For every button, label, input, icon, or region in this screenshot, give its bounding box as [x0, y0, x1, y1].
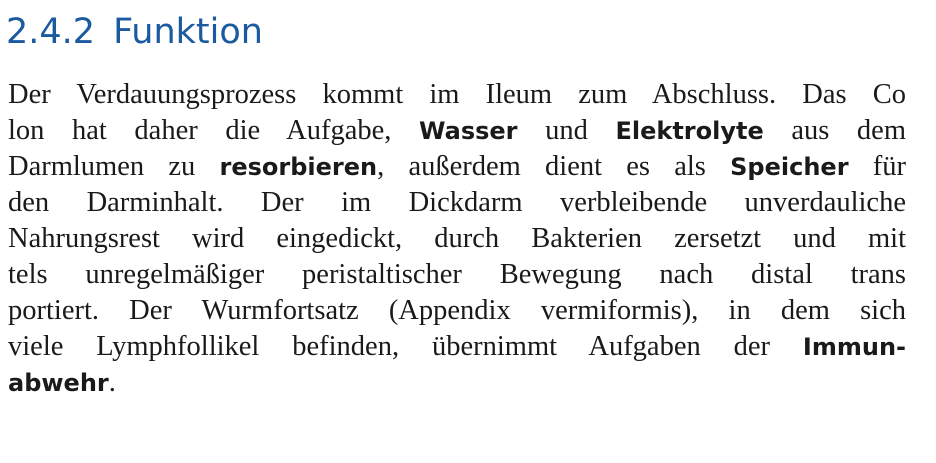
section-heading: 2.4.2 Funktion [6, 4, 263, 60]
section-title: Funktion [113, 12, 263, 52]
body-paragraph: Der Verdauungsprozess kommt im Ileum zum… [8, 77, 906, 401]
bold-keyword: Wasser [419, 117, 518, 145]
text-segment: den Darminhalt. Der im Dickdarm verbleib… [8, 187, 906, 218]
paragraph-line: tels unregelmäßiger peristaltischer Bewe… [8, 257, 906, 293]
bold-keyword: Speicher [730, 153, 849, 181]
paragraph-line: abwehr. [8, 365, 906, 401]
paragraph-line: den Darminhalt. Der im Dickdarm verbleib… [8, 185, 906, 221]
bold-keyword: abwehr [8, 369, 109, 397]
text-segment: Darmlumen zu [8, 151, 220, 182]
text-segment: und [517, 115, 616, 146]
bold-keyword: Elektrolyte [615, 117, 764, 145]
text-segment: lon hat daher die Aufgabe, [8, 115, 420, 146]
text-segment: Nahrungsrest wird eingedickt, durch Bakt… [8, 223, 906, 254]
paragraph-line: portiert. Der Wurmfortsatz (Appendix ver… [8, 293, 906, 329]
paragraph-line: viele Lymphfollikel befinden, übernimmt … [8, 329, 906, 365]
document-page: 2.4.2 Funktion Der Verdauungsprozess komm… [0, 0, 936, 463]
text-segment: für [848, 151, 907, 182]
text-segment: aus dem [763, 115, 907, 146]
paragraph-line: Der Verdauungsprozess kommt im Ileum zum… [8, 77, 906, 113]
section-number: 2.4.2 [6, 12, 96, 52]
bold-keyword: Immun- [802, 333, 906, 361]
text-segment: . [108, 367, 116, 398]
text-segment: Der Verdauungsprozess kommt im Ileum zum… [8, 79, 906, 110]
bold-keyword: resorbieren [219, 153, 378, 181]
paragraph-line: Nahrungsrest wird eingedickt, durch Bakt… [8, 221, 906, 257]
text-segment: portiert. Der Wurmfortsatz (Appendix ver… [8, 295, 906, 326]
text-segment: viele Lymphfollikel befinden, übernimmt … [8, 331, 803, 362]
text-segment: , außerdem dient es als [377, 151, 731, 182]
text-segment: tels unregelmäßiger peristaltischer Bewe… [8, 259, 906, 290]
paragraph-line: Darmlumen zu resorbieren, außerdem dient… [8, 149, 906, 185]
paragraph-line: lon hat daher die Aufgabe, Wasser und El… [8, 113, 906, 149]
